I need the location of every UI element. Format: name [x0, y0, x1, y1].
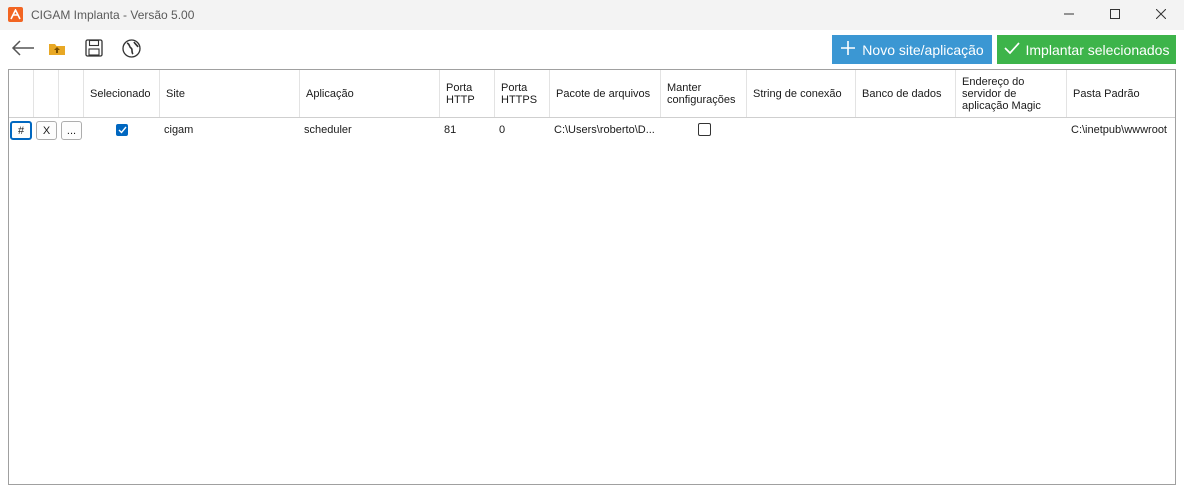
- maximize-button[interactable]: [1092, 0, 1138, 30]
- grid-header: Selecionado Site Aplicação Porta HTTP Po…: [9, 70, 1175, 118]
- header-manter[interactable]: Manter configurações: [661, 70, 747, 117]
- header-porta-http[interactable]: Porta HTTP: [440, 70, 495, 117]
- minimize-button[interactable]: [1046, 0, 1092, 30]
- aplicacao-cell[interactable]: scheduler: [300, 117, 440, 142]
- plus-icon: [840, 40, 856, 59]
- selecionado-cell[interactable]: [84, 117, 160, 142]
- header-blank: [9, 70, 34, 117]
- header-selecionado[interactable]: Selecionado: [84, 70, 160, 117]
- row-more-button[interactable]: ...: [61, 121, 82, 140]
- deploy-selected-label: Implantar selecionados: [1025, 41, 1170, 58]
- manter-cell[interactable]: [661, 117, 747, 142]
- header-blank: [34, 70, 59, 117]
- new-site-button[interactable]: Novo site/aplicação: [832, 35, 992, 64]
- pasta-cell[interactable]: C:\inetpub\wwwroot: [1067, 117, 1175, 142]
- header-site[interactable]: Site: [160, 70, 300, 117]
- close-button[interactable]: [1138, 0, 1184, 30]
- header-pacote[interactable]: Pacote de arquivos: [550, 70, 661, 117]
- string-conexao-cell[interactable]: [747, 117, 856, 142]
- open-folder-icon[interactable]: [44, 36, 70, 60]
- header-banco[interactable]: Banco de dados: [856, 70, 956, 117]
- header-pasta[interactable]: Pasta Padrão: [1067, 70, 1175, 117]
- site-cell[interactable]: cigam: [160, 117, 300, 142]
- endereco-magic-cell[interactable]: [956, 117, 1067, 142]
- back-arrow-icon[interactable]: [10, 36, 36, 60]
- deploy-grid: Selecionado Site Aplicação Porta HTTP Po…: [8, 69, 1176, 485]
- porta-https-cell[interactable]: 0: [495, 117, 550, 142]
- close-icon: [1155, 8, 1167, 22]
- pacote-cell[interactable]: C:\Users\roberto\D...: [550, 117, 661, 142]
- title-bar: CIGAM Implanta - Versão 5.00: [0, 0, 1184, 30]
- save-icon[interactable]: [81, 36, 107, 60]
- window-title: CIGAM Implanta - Versão 5.00: [31, 8, 195, 22]
- cigam-logo-icon: [8, 7, 23, 22]
- selected-checkbox[interactable]: [116, 123, 128, 136]
- checkmark-icon: [1003, 41, 1020, 58]
- header-porta-https[interactable]: Porta HTTPS: [495, 70, 550, 117]
- header-endereco-magic[interactable]: Endereço do servidor de aplicação Magic: [956, 70, 1067, 117]
- row-delete-button[interactable]: X: [36, 121, 57, 140]
- new-site-label: Novo site/aplicação: [862, 41, 984, 58]
- table-row: # X ... cigam scheduler 81 0 C:\Users\ro…: [9, 117, 1175, 142]
- manter-checkbox[interactable]: [697, 123, 711, 136]
- globe-icon[interactable]: [118, 36, 144, 60]
- row-edit-button[interactable]: #: [10, 121, 32, 140]
- deploy-selected-button[interactable]: Implantar selecionados: [997, 35, 1176, 64]
- header-aplicacao[interactable]: Aplicação: [300, 70, 440, 117]
- minimize-icon: [1064, 9, 1074, 22]
- porta-http-cell[interactable]: 81: [440, 117, 495, 142]
- maximize-icon: [1110, 8, 1120, 22]
- header-string-conexao[interactable]: String de conexão: [747, 70, 856, 117]
- banco-cell[interactable]: [856, 117, 956, 142]
- header-blank: [59, 70, 84, 117]
